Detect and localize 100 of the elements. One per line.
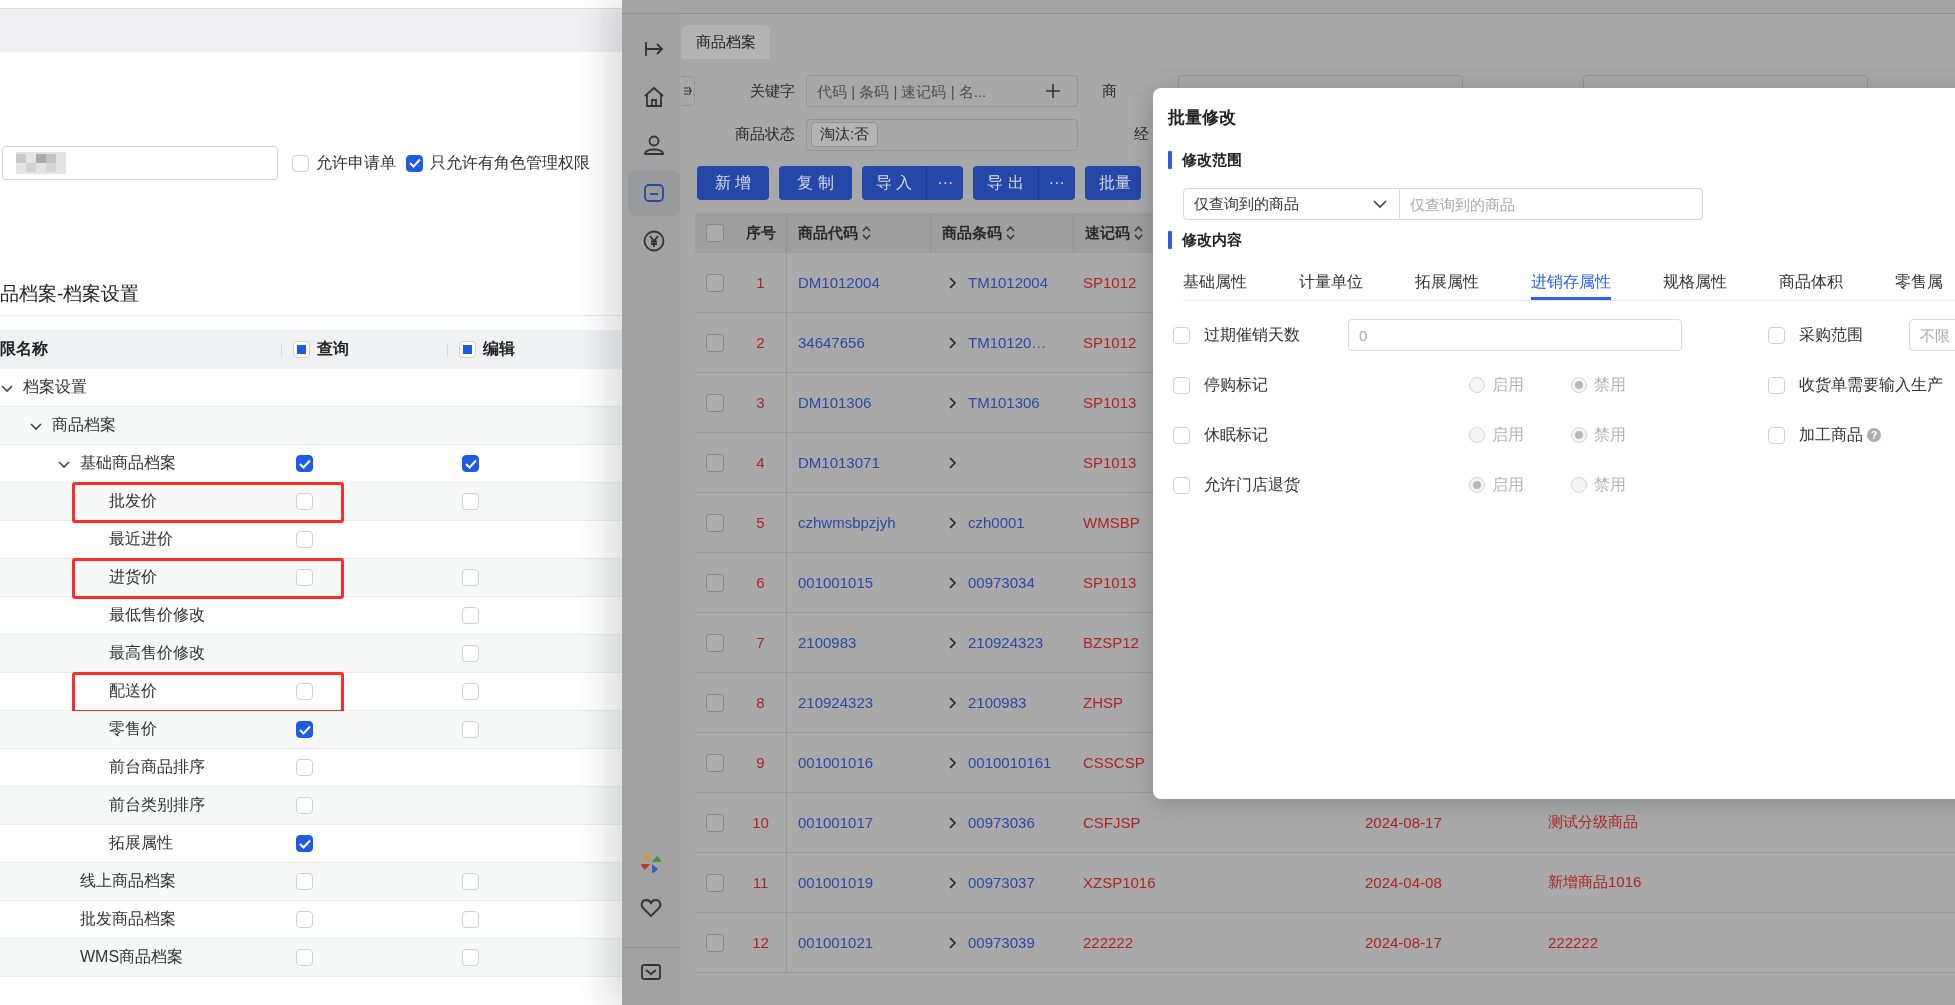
text-field[interactable]: 仅查询到的商品 [1400,188,1703,220]
plus-icon[interactable] [1046,84,1060,98]
collapse-toggle[interactable] [681,76,695,106]
table-cell[interactable]: 00973037 [968,874,1035,891]
table-cell: SP1012 [1083,274,1137,291]
checkbox[interactable] [706,633,724,652]
chevron-icon[interactable] [948,755,958,770]
chevron-icon[interactable] [948,935,958,950]
chevron-icon[interactable] [948,275,958,290]
table-cell[interactable]: 001001015 [798,574,874,591]
table-cell[interactable]: DM1013071 [798,454,880,471]
table-cell[interactable]: czh0001 [968,514,1025,531]
page-tab[interactable]: 商品档案 [682,25,770,59]
chevron-icon[interactable] [948,455,958,470]
table-cell[interactable]: TM10120… [968,334,1047,351]
table-cell[interactable]: 001001017 [798,814,874,831]
table-cell[interactable]: 00973034 [968,574,1035,591]
checkbox[interactable] [706,573,724,592]
toolbar-button[interactable]: 导 入 [861,166,927,200]
tab[interactable]: 零售属 [1895,264,1943,300]
field-label: 商 [1102,81,1117,101]
tab[interactable]: 计量单位 [1299,264,1363,300]
search-field[interactable]: 代码 | 条码 | 速记码 | 名... [806,75,1078,107]
sort-icon[interactable] [1006,225,1015,241]
checkbox[interactable] [706,453,724,472]
table-cell: 测试分级商品 [1548,813,1638,832]
checkbox[interactable] [706,513,724,532]
table-cell[interactable]: 34647656 [798,334,865,351]
chevron-icon[interactable] [948,575,958,590]
table-cell[interactable]: 00973039 [968,934,1035,951]
tab[interactable]: 进销存属性 [1531,264,1611,300]
checkbox[interactable] [296,835,313,852]
checkbox[interactable] [406,154,423,172]
table-cell[interactable]: TM1012004 [968,274,1049,291]
more-button[interactable]: ··· [926,166,964,200]
checkbox[interactable] [706,753,724,772]
table-cell[interactable]: 001001016 [798,754,874,771]
checkbox[interactable] [706,693,724,712]
checkbox[interactable] [706,393,724,412]
tree-label: 前台商品排序 [108,757,205,777]
more-button[interactable]: ··· [1037,166,1075,200]
checkbox[interactable] [706,273,724,292]
tree-label: 最高售价修改 [108,643,205,663]
field-label: 商品状态 [734,125,795,144]
checkbox[interactable] [296,721,313,738]
toolbar-button[interactable]: 复 制 [779,166,852,200]
text-field[interactable]: 0 [1348,319,1682,351]
radio-label: 启用 [1492,424,1524,445]
select-field[interactable]: 仅查询到的商品 [1183,188,1400,220]
checkbox[interactable] [706,813,724,832]
table-cell: 11 [752,874,769,891]
table-cell: ZHSP [1083,694,1123,711]
checkbox[interactable] [706,873,724,892]
checkbox[interactable] [296,455,313,472]
tree-label: 前台类别排序 [108,795,205,815]
chevron-icon[interactable] [948,695,958,710]
toolbar-button[interactable]: 新 增 [697,166,770,200]
table-cell[interactable]: czhwmsbpzjyh [798,514,896,531]
table-cell[interactable]: 210924323 [968,634,1044,651]
checkbox[interactable] [706,333,724,352]
tab[interactable]: 基础属性 [1183,264,1247,300]
sort-icon[interactable] [862,225,871,241]
tab[interactable]: 规格属性 [1663,264,1727,300]
field-label: 采购范围 [1799,324,1863,345]
option-label: 只允许有角色管理权限 [430,152,590,173]
nav-button[interactable] [627,170,680,216]
checkbox[interactable] [706,224,724,242]
tab[interactable]: 拓展属性 [1415,264,1479,300]
table-cell[interactable]: 001001019 [798,874,874,891]
chevron-icon[interactable] [948,515,958,530]
table-cell[interactable]: 001001021 [798,934,874,951]
toolbar-button[interactable]: 导 出 [973,166,1038,200]
chevron-icon[interactable] [948,815,958,830]
filter-tag[interactable]: 淘汰:否 [811,122,879,147]
chevron-icon[interactable] [948,395,958,410]
table-cell[interactable]: DM101306 [798,394,872,411]
chevron-icon[interactable] [948,635,958,650]
pinwheel-icon[interactable] [639,850,663,875]
select-field[interactable]: 淘汰:否 [806,118,1078,151]
table-cell[interactable]: TM101306 [968,394,1040,411]
help-icon[interactable]: ? [1867,428,1881,442]
table-cell[interactable]: DM1012004 [798,274,880,291]
text-field[interactable]: 不限 [1909,319,1955,351]
toolbar-button[interactable]: 批量 [1084,166,1141,200]
table-cell[interactable]: 2100983 [968,694,1027,711]
table-cell[interactable]: 210924323 [798,694,874,711]
checkbox[interactable] [462,455,479,472]
table-cell[interactable]: 00973036 [968,814,1035,831]
chevron-icon [1373,199,1387,209]
tab[interactable]: 商品体积 [1779,264,1843,300]
table-cell[interactable]: 2100983 [798,634,857,651]
tree-label: WMS商品档案 [80,947,184,967]
text-field[interactable] [2,146,278,180]
sort-icon[interactable] [1134,225,1143,241]
checkbox[interactable] [706,933,724,952]
table-cell: BZSP12 [1083,634,1139,651]
tree-label: 批发价 [108,491,157,511]
chevron-icon[interactable] [948,335,958,350]
chevron-icon[interactable] [948,875,958,890]
table-cell[interactable]: 0010010161 [968,754,1052,771]
